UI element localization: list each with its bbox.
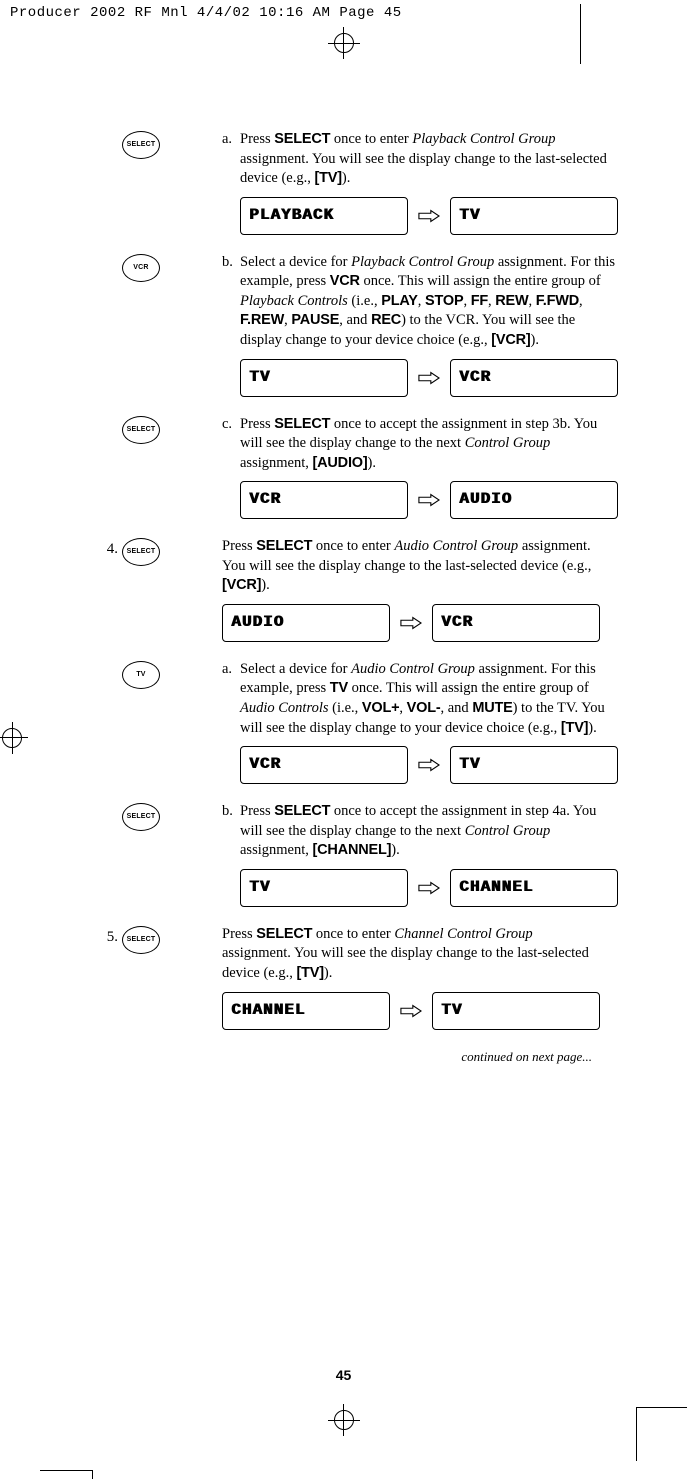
crop-mark xyxy=(40,1470,93,1471)
select-button-icon: SELECT xyxy=(122,926,160,954)
step-body: Select a device for Audio Control Group … xyxy=(240,660,618,738)
button-icon-col: SELECT xyxy=(122,537,172,566)
step-text: a.Press SELECT once to enter Playback Co… xyxy=(172,130,618,235)
lcd-display-to: VCR xyxy=(432,604,600,642)
button-icon-col: TV xyxy=(122,660,172,689)
step-number xyxy=(90,253,122,255)
lcd-transition: VCR TV xyxy=(240,746,618,784)
substep-letter: c. xyxy=(222,415,240,474)
instruction-step: 4.SELECT Press SELECT once to enter Audio… xyxy=(90,537,602,642)
lcd-transition: TV VCR xyxy=(240,359,618,397)
step-text: b.Select a device for Playback Control G… xyxy=(172,253,618,397)
substep-letter: a. xyxy=(222,130,240,189)
arrow-right-icon xyxy=(400,1004,422,1018)
step-body: Press SELECT once to accept the assignme… xyxy=(240,802,618,861)
instruction-step: 5.SELECT Press SELECT once to enter Chann… xyxy=(90,925,602,1030)
lcd-display-from: TV xyxy=(240,869,408,907)
lcd-transition: AUDIO VCR xyxy=(222,604,602,642)
lcd-transition: VCR AUDIO xyxy=(240,481,618,519)
instruction-step: SELECTa.Press SELECT once to enter Playb… xyxy=(90,130,602,235)
select-button-icon: SELECT xyxy=(122,416,160,444)
page-content: SELECTa.Press SELECT once to enter Playb… xyxy=(90,130,602,1065)
registration-mark-bottom xyxy=(334,1410,354,1430)
lcd-display-from: PLAYBACK xyxy=(240,197,408,235)
arrow-right-icon xyxy=(400,616,422,630)
button-icon-col: SELECT xyxy=(122,130,172,159)
lcd-display-to: TV xyxy=(450,746,618,784)
button-icon-col: SELECT xyxy=(122,925,172,954)
button-icon-col: SELECT xyxy=(122,415,172,444)
instruction-step: TVa.Select a device for Audio Control Gr… xyxy=(90,660,602,784)
lcd-transition: TV CHANNEL xyxy=(240,869,618,907)
arrow-right-icon xyxy=(418,209,440,223)
step-body: Press SELECT once to enter Playback Cont… xyxy=(240,130,618,189)
lcd-display-to: VCR xyxy=(450,359,618,397)
step-text: b.Press SELECT once to accept the assign… xyxy=(172,802,618,907)
step-number: 4. xyxy=(90,537,122,559)
vcr-button-icon: VCR xyxy=(122,254,160,282)
crop-mark xyxy=(580,4,581,64)
lcd-display-to: TV xyxy=(432,992,600,1030)
lcd-display-from: AUDIO xyxy=(222,604,390,642)
lcd-display-from: CHANNEL xyxy=(222,992,390,1030)
registration-mark-top xyxy=(334,33,354,53)
instruction-step: SELECTc.Press SELECT once to accept the … xyxy=(90,415,602,520)
substep-letter: b. xyxy=(222,802,240,861)
arrow-right-icon xyxy=(418,493,440,507)
registration-mark-left xyxy=(2,728,22,748)
lcd-display-to: TV xyxy=(450,197,618,235)
print-header: Producer 2002 RF Mnl 4/4/02 10:16 AM Pag… xyxy=(10,4,402,23)
step-number xyxy=(90,802,122,804)
lcd-display-to: AUDIO xyxy=(450,481,618,519)
lcd-display-to: CHANNEL xyxy=(450,869,618,907)
instruction-step: SELECTb.Press SELECT once to accept the … xyxy=(90,802,602,907)
select-button-icon: SELECT xyxy=(122,803,160,831)
lcd-transition: PLAYBACK TV xyxy=(240,197,618,235)
step-body: Press SELECT once to enter Audio Control… xyxy=(222,537,602,596)
page-number: 45 xyxy=(0,1366,687,1385)
arrow-right-icon xyxy=(418,758,440,772)
step-body: Press SELECT once to enter Channel Contr… xyxy=(222,925,602,984)
step-number xyxy=(90,415,122,417)
crop-mark xyxy=(636,1407,637,1461)
button-icon-col: VCR xyxy=(122,253,172,282)
arrow-right-icon xyxy=(418,881,440,895)
lcd-display-from: VCR xyxy=(240,481,408,519)
substep-letter: b. xyxy=(222,253,240,351)
select-button-icon: SELECT xyxy=(122,131,160,159)
substep-letter: a. xyxy=(222,660,240,738)
tv-button-icon: TV xyxy=(122,661,160,689)
select-button-icon: SELECT xyxy=(122,538,160,566)
lcd-transition: CHANNEL TV xyxy=(222,992,602,1030)
step-text: c.Press SELECT once to accept the assign… xyxy=(172,415,618,520)
step-number xyxy=(90,130,122,132)
step-number: 5. xyxy=(90,925,122,947)
lcd-display-from: TV xyxy=(240,359,408,397)
button-icon-col: SELECT xyxy=(122,802,172,831)
instruction-step: VCRb.Select a device for Playback Contro… xyxy=(90,253,602,397)
step-text: a.Select a device for Audio Control Grou… xyxy=(172,660,618,784)
step-body: Press SELECT once to accept the assignme… xyxy=(240,415,618,474)
arrow-right-icon xyxy=(418,371,440,385)
continued-note: continued on next page... xyxy=(90,1048,602,1066)
step-text: Press SELECT once to enter Audio Control… xyxy=(172,537,602,642)
step-text: Press SELECT once to enter Channel Contr… xyxy=(172,925,602,1030)
lcd-display-from: VCR xyxy=(240,746,408,784)
step-number xyxy=(90,660,122,662)
step-body: Select a device for Playback Control Gro… xyxy=(240,253,618,351)
